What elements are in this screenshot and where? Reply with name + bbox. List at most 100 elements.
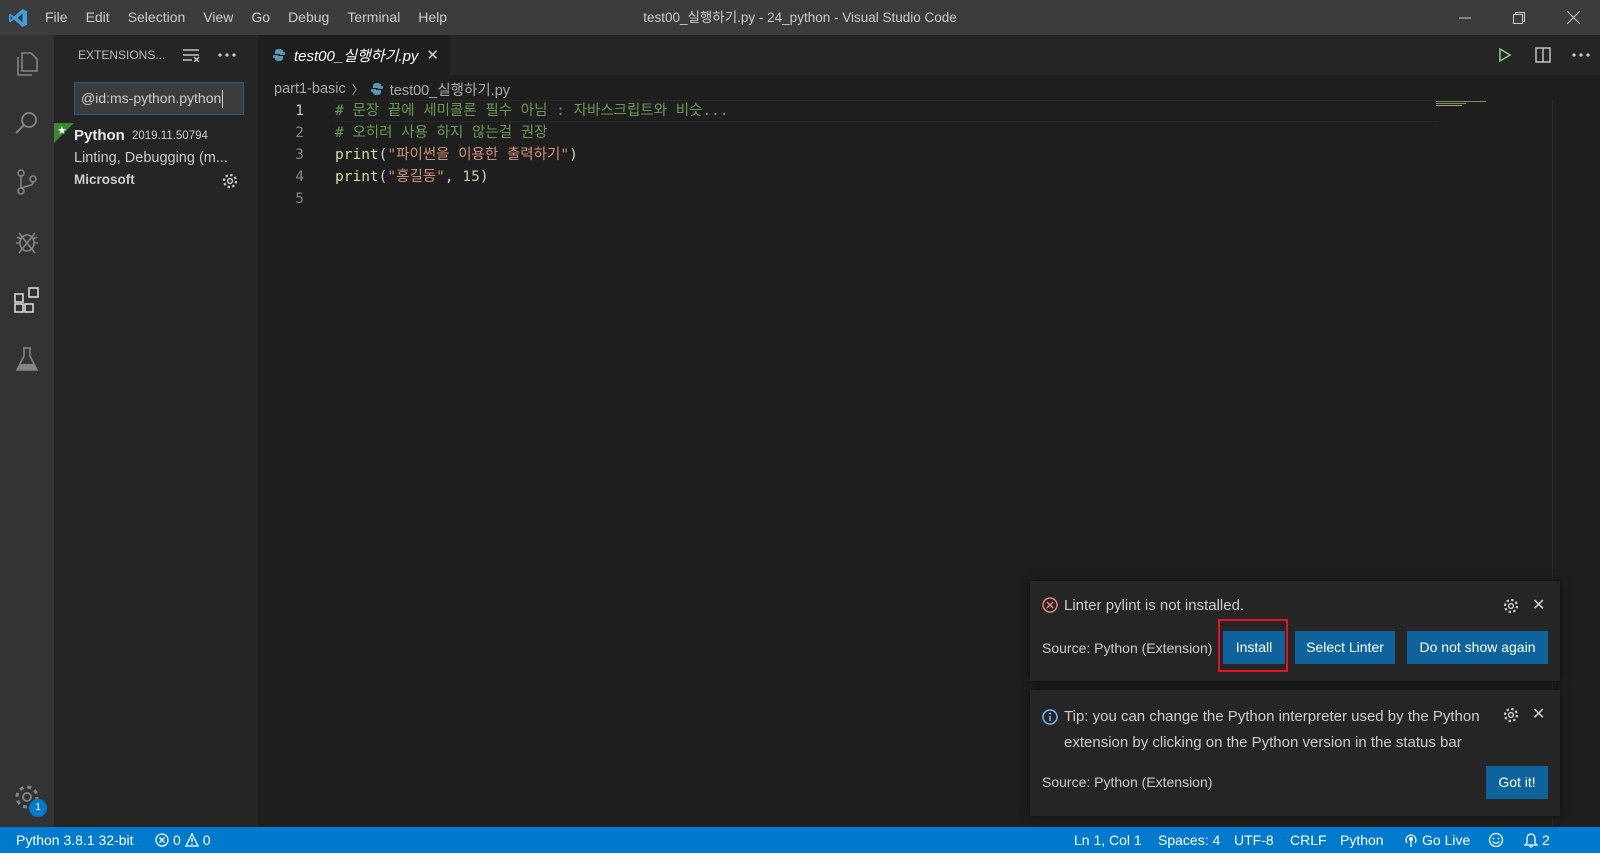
got-it-button[interactable]: Got it! [1486,766,1548,799]
status-feedback[interactable] [1488,827,1504,853]
vscode-logo-icon [0,0,36,35]
linter-notification: Linter pylint is not installed. ✕ Source… [1030,581,1560,681]
notification-settings-gear-icon[interactable] [1502,597,1520,615]
split-editor-icon [1535,47,1551,63]
code-token: ) [479,169,489,185]
restore-button[interactable] [1492,0,1546,35]
status-cursor-position[interactable]: Ln 1, Col 1 [1074,827,1142,853]
tab-close-icon[interactable]: ✕ [426,46,439,64]
extensions-icon [14,287,39,313]
code-text: # 문장 끝에 세미콜론 필수 아님 : 자바스크립트와 비슷... [335,100,729,122]
extensions-sidebar: EXTENSIONS... @id:ms-python.python ★ Pyt… [54,35,258,845]
clear-results-icon[interactable] [182,48,200,62]
notification-close-icon[interactable]: ✕ [1532,595,1545,614]
menu-view[interactable]: View [194,0,242,35]
breadcrumb-folder[interactable]: part1-basic [274,81,346,97]
menu-edit[interactable]: Edit [77,0,119,35]
extension-manage-gear-icon[interactable] [221,172,239,190]
code-line[interactable]: 4 print("홍길동", 15) [258,166,1458,188]
bottom-edge [0,853,1600,868]
code-text: print("파이썬을 이용한 출력하기") [335,144,578,166]
activity-manage[interactable]: 1 [0,770,54,824]
activity-search[interactable] [0,96,54,150]
python-file-icon [370,83,383,95]
do-not-show-again-button[interactable]: Do not show again [1407,631,1548,664]
status-notifications[interactable]: 2 [1524,827,1550,853]
recommended-star-icon: ★ [54,123,74,143]
status-problems[interactable]: 0 0 [155,827,211,853]
menu-help[interactable]: Help [409,0,456,35]
activity-extensions[interactable] [0,273,54,327]
code-line[interactable]: 3 print("파이썬을 이용한 출력하기") [258,144,1458,166]
status-interpreter[interactable]: Python 3.8.1 32-bit [16,827,134,853]
extensions-search-input[interactable]: @id:ms-python.python [74,82,244,115]
code-token: # 오히려 사용 하지 않는걸 권장 [335,125,548,141]
test-flask-icon [15,347,39,371]
notification-source: Source: Python (Extension) [1042,774,1213,790]
debug-icon [16,232,38,254]
activity-bar: 1 [0,35,54,845]
status-go-live[interactable]: Go Live [1404,827,1470,853]
code-line[interactable]: 1 # 문장 끝에 세미콜론 필수 아님 : 자바스크립트와 비슷... [258,100,1458,122]
extension-version: 2019.11.50794 [132,130,208,142]
run-button[interactable] [1486,35,1524,75]
info-icon [1042,709,1058,725]
notification-message: Linter pylint is not installed. [1064,597,1245,614]
notification-close-icon[interactable]: ✕ [1532,704,1545,723]
line-number: 3 [295,147,304,163]
line-number: 5 [295,191,304,207]
breadcrumb-file[interactable]: test00_실행하기.py [390,79,510,100]
more-actions-icon[interactable] [218,52,236,58]
text-cursor [222,90,224,109]
close-icon [1566,11,1580,24]
activity-explorer[interactable] [0,37,54,91]
window-controls [1438,0,1600,35]
activity-test[interactable] [0,332,54,386]
select-linter-button[interactable]: Select Linter [1295,631,1395,664]
tab-test00[interactable]: test00_실행하기.py ✕ [258,35,450,75]
source-control-icon [17,169,37,195]
status-eol[interactable]: CRLF [1290,827,1327,853]
code-line[interactable]: 2 # 오히려 사용 하지 않는걸 권장 [258,122,1458,144]
extension-name: Python [74,127,125,144]
tab-label: test00_실행하기.py [294,47,419,65]
broadcast-icon [1405,834,1417,847]
activity-source-control[interactable] [0,155,54,209]
split-editor-button[interactable] [1524,35,1562,75]
close-window-button[interactable] [1546,0,1600,35]
code-token: "파이썬을 이용한 출력하기" [387,147,570,163]
activity-debug[interactable] [0,214,54,268]
status-encoding[interactable]: UTF-8 [1234,827,1274,853]
menu-go[interactable]: Go [242,0,279,35]
code-token: "홍길동" [387,169,445,185]
minimap[interactable] [1436,100,1496,108]
status-language[interactable]: Python [1340,827,1384,853]
status-indentation[interactable]: Spaces: 4 [1158,827,1220,853]
editor-more-button[interactable] [1562,35,1600,75]
tip-notification: Tip: you can change the Python interpret… [1030,690,1560,816]
sidebar-actions [182,35,236,75]
code-text: # 오히려 사용 하지 않는걸 권장 [335,122,547,144]
install-highlight-box [1218,619,1288,672]
minimize-button[interactable] [1438,0,1492,35]
run-play-icon [1499,48,1512,62]
code-text: print("홍길동", 15) [335,166,489,188]
breadcrumb: part1-basic 〉 test00_실행하기.py [274,78,510,100]
smiley-feedback-icon [1488,832,1504,848]
menu-terminal[interactable]: Terminal [338,0,409,35]
menu-selection[interactable]: Selection [119,0,195,35]
menu-debug[interactable]: Debug [279,0,338,35]
extension-description: Linting, Debugging (m... [74,150,228,166]
code-token: # 문장 끝에 세미콜론 필수 아님 : 자바스크립트와 비슷... [335,103,729,119]
extension-list-item[interactable]: ★ Python 2019.11.50794 Linting, Debuggin… [54,123,258,195]
line-number: 1 [295,103,304,119]
code-line[interactable]: 5 [258,188,1458,210]
error-icon [1042,597,1058,613]
menu-file[interactable]: File [36,0,77,35]
bell-icon [1524,832,1538,848]
notification-settings-gear-icon[interactable] [1502,706,1520,724]
editor-tab-bar: test00_실행하기.py ✕ [258,35,1600,75]
notification-count: 2 [1542,832,1550,848]
chevron-right-icon: 〉 [351,82,364,97]
status-bar: Python 3.8.1 32-bit 0 0 Ln 1, Col 1 Spac… [0,827,1600,853]
